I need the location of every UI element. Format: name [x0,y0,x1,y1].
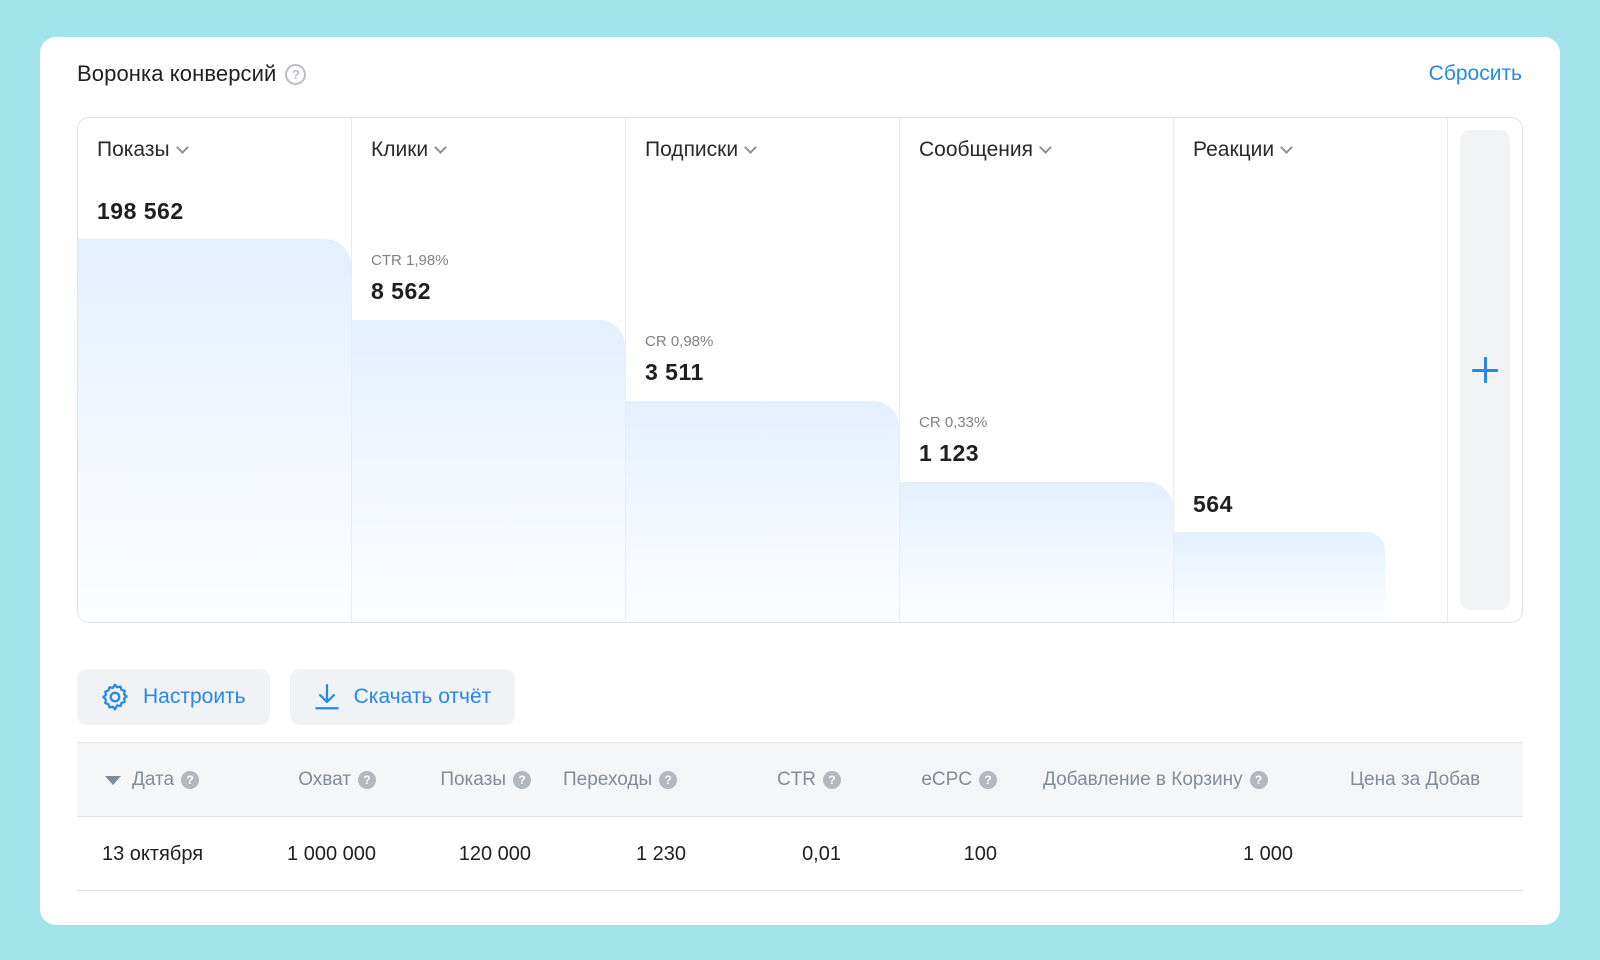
funnel-bar [78,239,351,622]
download-report-button[interactable]: Скачать отчёт [289,669,516,725]
funnel-bar [352,320,625,622]
funnel-stage-subscriptions: Подписки CR 0,98% 3 511 [626,118,900,622]
stage-metric: CR 0,33% [919,414,988,431]
column-title: Добавление в Корзину [1043,769,1243,790]
column-header-add-to-cart[interactable]: Добавление в Корзину ? [1043,743,1268,817]
stage-value: 564 [1193,491,1233,517]
stage-value: 1 123 [919,440,980,466]
stage-selector-messages[interactable]: Сообщения [919,138,1052,162]
stage-selector-subscriptions[interactable]: Подписки [645,138,757,162]
column-header-ecpc[interactable]: eCPC ? [887,743,997,817]
download-icon [314,684,339,710]
funnel-bar [1174,532,1385,622]
help-icon[interactable]: ? [1249,771,1268,789]
help-icon[interactable]: ? [513,771,531,789]
column-title: eCPC [921,769,972,790]
funnel-bar [900,482,1173,622]
cell-reach: 1 000 000 [287,842,376,865]
stage-label: Подписки [645,138,739,161]
column-title: Дата [132,769,175,790]
funnel-bar [626,401,899,622]
plus-icon [1472,357,1498,383]
help-icon[interactable]: ? [979,771,997,789]
sort-desc-icon[interactable] [105,775,121,785]
help-circle-icon[interactable]: ? [285,63,307,85]
column-header-clicks[interactable]: Переходы ? [563,743,678,817]
reset-link[interactable]: Сбросить [1429,62,1522,86]
funnel-chart: Показы 198 562 Клики CTR 1,98% 8 562 Под… [77,117,1523,623]
column-title: CTR [776,769,816,790]
stage-label: Показы [97,138,170,161]
stats-table: Дата ? Охват ? Показы ? Переходы ? CTR ?… [77,742,1523,892]
funnel-stage-clicks: Клики CTR 1,98% 8 562 [352,118,626,622]
help-icon[interactable]: ? [823,771,841,789]
chevron-down-icon [1280,141,1293,154]
table-header: Дата ? Охват ? Показы ? Переходы ? CTR ?… [77,743,1523,817]
cell-date: 13 октября [102,842,204,865]
column-header-impressions[interactable]: Показы ? [407,743,531,817]
cell-ecpc: 100 [963,842,997,865]
cell-add-to-cart: 1 000 [1242,842,1293,865]
table-row[interactable]: 13 октября 1 000 000 120 000 1 230 0,01 … [77,817,1523,891]
cell-impressions: 120 000 [458,842,531,865]
cell-cost-per-add [1350,817,1520,891]
chevron-down-icon [175,141,189,154]
stage-metric: CR 0,98% [645,333,714,350]
column-header-cost-per-add[interactable]: Цена за Добав [1350,743,1480,817]
help-icon[interactable]: ? [358,771,376,789]
add-stage-button[interactable] [1460,130,1510,610]
cell-ctr: 0,01 [802,842,841,865]
card-header: Воронка конверсий ? Сбросить [77,59,1522,89]
column-header-date[interactable]: Дата ? [105,743,200,817]
stage-selector-reactions[interactable]: Реакции [1193,138,1293,162]
stage-label: Сообщения [919,138,1033,161]
help-icon[interactable]: ? [659,771,678,789]
download-label: Скачать отчёт [353,685,492,708]
title-wrap: Воронка конверсий ? [77,61,307,87]
card-title: Воронка конверсий [77,61,277,86]
column-header-reach[interactable]: Охват ? [267,743,376,817]
stage-label: Реакции [1193,138,1275,161]
column-header-ctr[interactable]: CTR ? [737,743,841,817]
column-title: Охват [298,769,351,790]
chevron-down-icon [744,141,757,154]
funnel-stage-messages: Сообщения CR 0,33% 1 123 [900,118,1174,622]
stage-label: Клики [371,138,429,161]
chevron-down-icon [434,141,448,154]
stage-value: 8 562 [371,278,432,304]
gear-icon [102,683,128,711]
funnel-stage-reactions: Реакции 564 [1174,118,1448,622]
chevron-down-icon [1039,141,1052,154]
column-title: Показы [440,769,506,790]
cell-clicks: 1 230 [635,842,686,865]
column-title: Переходы [563,769,653,790]
actions-bar: Настроить Скачать отчёт [77,669,516,725]
stage-value: 3 511 [645,359,704,385]
stage-selector-clicks[interactable]: Клики [371,138,448,162]
configure-button[interactable]: Настроить [77,669,270,725]
stage-value: 198 562 [97,198,184,224]
configure-label: Настроить [143,685,246,708]
stage-metric: CTR 1,98% [371,252,449,269]
stage-selector-impressions[interactable]: Показы [97,138,189,162]
column-title: Цена за Добав [1350,769,1481,790]
help-icon[interactable]: ? [181,771,200,789]
funnel-stage-impressions: Показы 198 562 [78,118,352,622]
conversion-funnel-card: Воронка конверсий ? Сбросить Показы 198 … [40,37,1560,925]
